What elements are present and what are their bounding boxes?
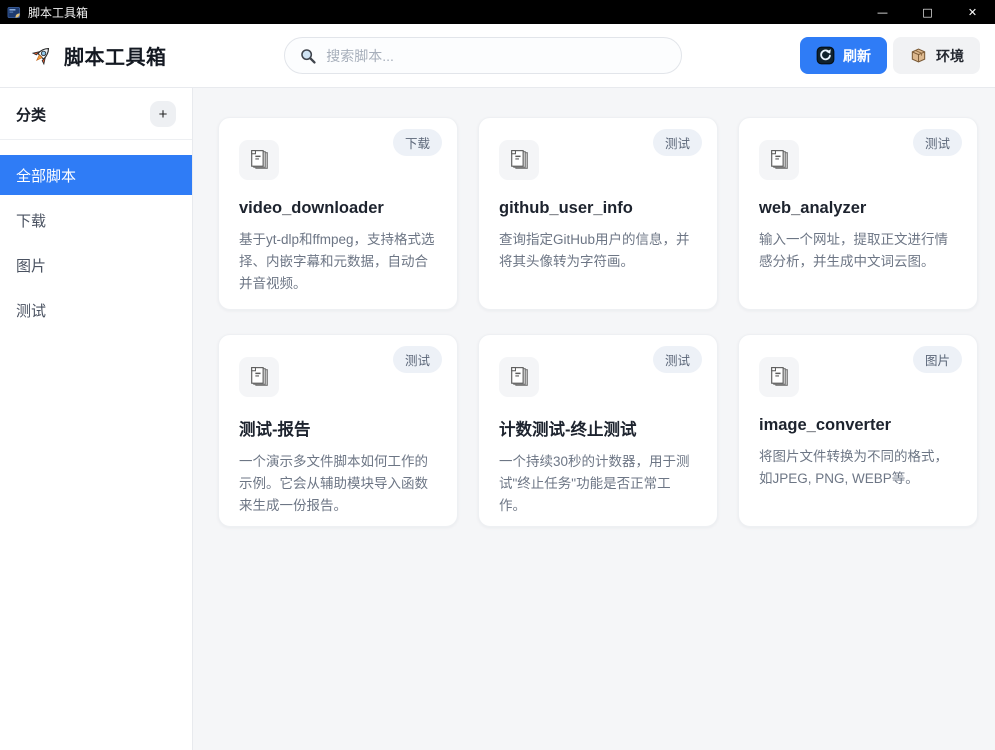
- script-description: 将图片文件转换为不同的格式，如JPEG, PNG, WEBP等。: [759, 446, 957, 490]
- search-area: [179, 37, 789, 74]
- script-title: 测试-报告: [239, 416, 437, 440]
- script-title: github_user_info: [499, 199, 697, 218]
- script-doc-icon: [246, 364, 273, 391]
- category-badge: 下载: [393, 129, 442, 156]
- content-area: 分类 + 全部脚本 下载 图片 测试 下载 video_downloader 基…: [0, 88, 995, 750]
- script-doc-icon: [766, 364, 793, 391]
- script-card-video-downloader[interactable]: 下载 video_downloader 基于yt-dlp和ffmpeg，支持格式…: [218, 117, 458, 310]
- rocket-icon: [28, 43, 54, 69]
- category-badge: 测试: [393, 346, 442, 373]
- app-logo: 脚本工具箱: [28, 41, 167, 70]
- package-icon: [909, 46, 928, 65]
- search-icon: [299, 47, 317, 65]
- script-description: 一个演示多文件脚本如何工作的示例。它会从辅助模块导入函数来生成一份报告。: [239, 451, 437, 517]
- main-panel: 下载 video_downloader 基于yt-dlp和ffmpeg，支持格式…: [193, 88, 995, 750]
- script-description: 输入一个网址，提取正文进行情感分析，并生成中文词云图。: [759, 229, 957, 273]
- sidebar-item-all-scripts[interactable]: 全部脚本: [0, 155, 192, 195]
- categories-title: 分类: [16, 104, 46, 125]
- script-icon-box: [239, 357, 279, 397]
- script-card-image-converter[interactable]: 图片 image_converter 将图片文件转换为不同的格式，如JPEG, …: [738, 334, 978, 527]
- titlebar: 脚本工具箱 — □ ✕: [0, 0, 995, 24]
- script-title: image_converter: [759, 416, 957, 435]
- header-actions: 刷新 环境: [800, 37, 980, 74]
- script-icon-box: [499, 357, 539, 397]
- script-title: video_downloader: [239, 199, 437, 218]
- sidebar-header: 分类 +: [0, 101, 192, 140]
- environment-button[interactable]: 环境: [893, 37, 980, 74]
- script-doc-icon: [246, 147, 273, 174]
- script-doc-icon: [766, 147, 793, 174]
- app-title: 脚本工具箱: [64, 41, 167, 70]
- search-box[interactable]: [284, 37, 682, 74]
- sidebar: 分类 + 全部脚本 下载 图片 测试: [0, 88, 193, 750]
- sidebar-item-test[interactable]: 测试: [0, 290, 192, 330]
- maximize-button[interactable]: □: [905, 0, 950, 24]
- category-badge: 图片: [913, 346, 962, 373]
- search-input[interactable]: [326, 48, 667, 64]
- script-icon-box: [759, 357, 799, 397]
- script-description: 一个持续30秒的计数器，用于测试"终止任务"功能是否正常工作。: [499, 451, 697, 517]
- environment-label: 环境: [936, 46, 964, 66]
- close-button[interactable]: ✕: [950, 0, 995, 24]
- script-card-test-report[interactable]: 测试 测试-报告 一个演示多文件脚本如何工作的示例。它会从辅助模块导入函数来生成…: [218, 334, 458, 527]
- script-card-github-user-info[interactable]: 测试 github_user_info 查询指定GitHub用户的信息，并将其头…: [478, 117, 718, 310]
- script-doc-icon: [506, 364, 533, 391]
- script-card-grid: 下载 video_downloader 基于yt-dlp和ffmpeg，支持格式…: [218, 117, 995, 527]
- window-title: 脚本工具箱: [28, 4, 860, 21]
- add-category-button[interactable]: +: [150, 101, 176, 127]
- sidebar-item-image[interactable]: 图片: [0, 245, 192, 285]
- script-description: 查询指定GitHub用户的信息，并将其头像转为字符画。: [499, 229, 697, 273]
- script-description: 基于yt-dlp和ffmpeg，支持格式选择、内嵌字幕和元数据，自动合并音视频。: [239, 229, 437, 295]
- refresh-icon: [816, 46, 835, 65]
- app-header: 脚本工具箱 刷新 环境: [0, 24, 995, 88]
- script-card-count-terminate-test[interactable]: 测试 计数测试-终止测试 一个持续30秒的计数器，用于测试"终止任务"功能是否正…: [478, 334, 718, 527]
- script-icon-box: [499, 140, 539, 180]
- refresh-button[interactable]: 刷新: [800, 37, 887, 74]
- script-title: web_analyzer: [759, 199, 957, 218]
- script-card-web-analyzer[interactable]: 测试 web_analyzer 输入一个网址，提取正文进行情感分析，并生成中文词…: [738, 117, 978, 310]
- sidebar-item-download[interactable]: 下载: [0, 200, 192, 240]
- script-icon-box: [759, 140, 799, 180]
- category-list: 全部脚本 下载 图片 测试: [0, 155, 192, 330]
- category-badge: 测试: [913, 129, 962, 156]
- minimize-button[interactable]: —: [860, 0, 905, 24]
- category-badge: 测试: [653, 129, 702, 156]
- script-title: 计数测试-终止测试: [499, 416, 697, 440]
- category-badge: 测试: [653, 346, 702, 373]
- script-doc-icon: [506, 147, 533, 174]
- app-icon: [7, 5, 22, 20]
- window-controls: — □ ✕: [860, 0, 995, 24]
- script-icon-box: [239, 140, 279, 180]
- refresh-label: 刷新: [843, 46, 871, 66]
